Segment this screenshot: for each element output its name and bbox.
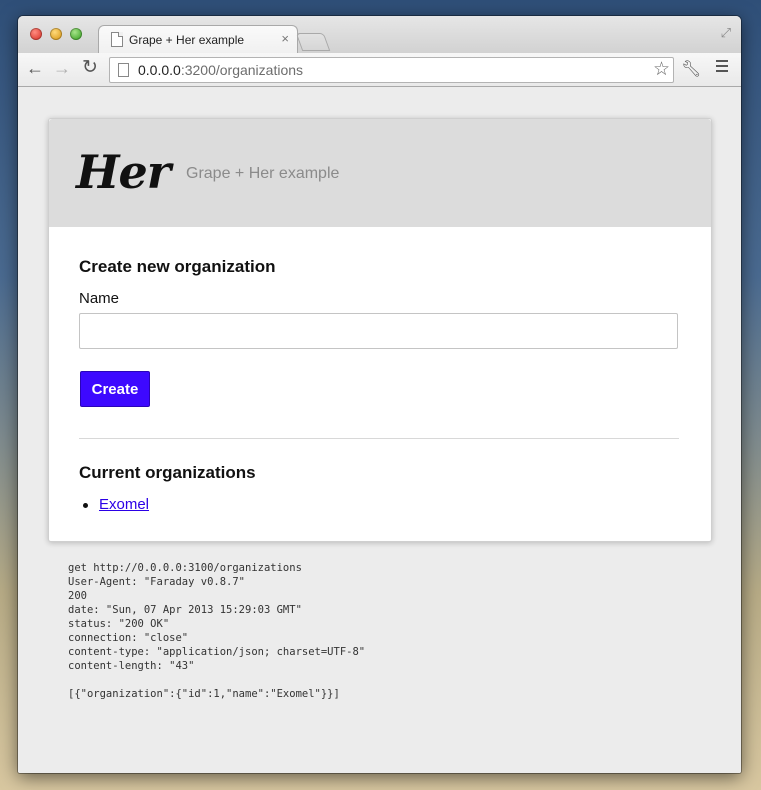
request-log: get http://0.0.0.0:3100/organizations Us… <box>68 561 365 701</box>
browser-tab[interactable]: Grape + Her example × <box>98 25 298 54</box>
forward-arrow-icon[interactable]: → <box>53 58 71 78</box>
window-maximize-button[interactable] <box>70 28 82 40</box>
browser-toolbar: ← → ↻ 0.0.0.0:3200/organizations ☆ 🔧︎ <box>18 53 741 87</box>
star-icon[interactable]: ☆ <box>653 58 670 81</box>
tab-title: Grape + Her example <box>129 33 245 47</box>
page-content: Her Grape + Her example Create new organ… <box>18 87 741 773</box>
organization-list: Exomel <box>79 495 149 515</box>
name-label: Name <box>79 290 120 307</box>
reload-icon[interactable]: ↻ <box>82 58 98 78</box>
log-line: status: "200 OK" <box>68 618 170 630</box>
log-line: 200 <box>68 590 87 602</box>
window-minimize-button[interactable] <box>50 28 62 40</box>
log-line: content-type: "application/json; charset… <box>68 646 366 658</box>
organization-link[interactable]: Exomel <box>99 496 149 513</box>
fullscreen-icon[interactable]: ⤢ <box>721 25 731 41</box>
list-item: Exomel <box>79 495 149 515</box>
logo: Her <box>76 145 171 199</box>
log-line: date: "Sun, 07 Apr 2013 15:29:03 GMT" <box>68 604 302 616</box>
tab-close-icon[interactable]: × <box>281 31 289 46</box>
card-header: Her Grape + Her example <box>49 119 711 227</box>
bullet-icon <box>83 503 88 508</box>
address-url[interactable]: 0.0.0.0:3200/organizations <box>138 62 303 78</box>
log-line: connection: "close" <box>68 632 189 644</box>
browser-window: Grape + Her example × ⤢ ← → ↻ 0.0.0.0:32… <box>18 16 741 773</box>
page-icon <box>118 63 129 77</box>
tab-strip: Grape + Her example × ⤢ <box>18 16 741 54</box>
menu-icon[interactable] <box>716 60 728 75</box>
create-button[interactable]: Create <box>80 371 150 407</box>
divider <box>79 438 679 439</box>
name-input[interactable] <box>79 313 678 349</box>
document-icon <box>111 32 123 47</box>
create-organization-heading: Create new organization <box>79 257 276 276</box>
log-line: content-length: "43" <box>68 660 195 672</box>
header-subtitle: Grape + Her example <box>186 165 340 182</box>
log-line: [{"organization":{"id":1,"name":"Exomel"… <box>68 688 340 700</box>
back-arrow-icon[interactable]: ← <box>26 58 44 78</box>
new-tab-button[interactable] <box>295 33 331 51</box>
window-close-button[interactable] <box>30 28 42 40</box>
log-line: User-Agent: "Faraday v0.8.7" <box>68 576 246 588</box>
address-bar[interactable]: 0.0.0.0:3200/organizations ☆ <box>109 57 674 83</box>
current-organizations-heading: Current organizations <box>79 463 256 482</box>
main-card: Her Grape + Her example Create new organ… <box>48 118 712 542</box>
wrench-icon[interactable]: 🔧︎ <box>681 59 701 79</box>
log-line: get http://0.0.0.0:3100/organizations <box>68 562 302 574</box>
